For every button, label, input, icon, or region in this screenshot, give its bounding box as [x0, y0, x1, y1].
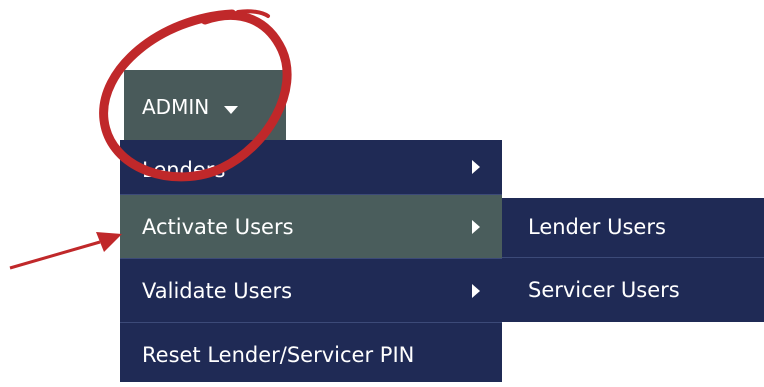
menu-item-validate-users[interactable]: Validate Users — [120, 258, 502, 322]
menu-item-label: Lenders — [142, 158, 226, 182]
chevron-right-icon — [472, 160, 480, 174]
admin-menu-label: ADMIN — [142, 94, 210, 119]
admin-menu-button[interactable]: ADMIN — [124, 70, 286, 140]
menu-item-label: Validate Users — [142, 279, 293, 303]
menu-item-label: Activate Users — [142, 215, 294, 239]
menu-item-label: Reset Lender/Servicer PIN — [142, 343, 415, 367]
menu-item-lenders[interactable]: Lenders — [120, 140, 502, 194]
pointer-arrow — [9, 232, 122, 270]
activate-users-submenu: Lender Users Servicer Users — [502, 198, 764, 322]
submenu-item-lender-users[interactable]: Lender Users — [502, 198, 764, 258]
admin-dropdown-menu: Lenders Activate Users Validate Users Re… — [120, 140, 502, 382]
caret-down-icon — [223, 95, 238, 119]
menu-item-reset-pin[interactable]: Reset Lender/Servicer PIN — [120, 322, 502, 382]
menu-item-activate-users[interactable]: Activate Users — [120, 194, 502, 258]
chevron-right-icon — [472, 219, 480, 234]
submenu-item-label: Lender Users — [528, 215, 666, 239]
submenu-item-servicer-users[interactable]: Servicer Users — [502, 258, 764, 322]
submenu-item-label: Servicer Users — [528, 278, 680, 302]
chevron-right-icon — [472, 283, 480, 298]
